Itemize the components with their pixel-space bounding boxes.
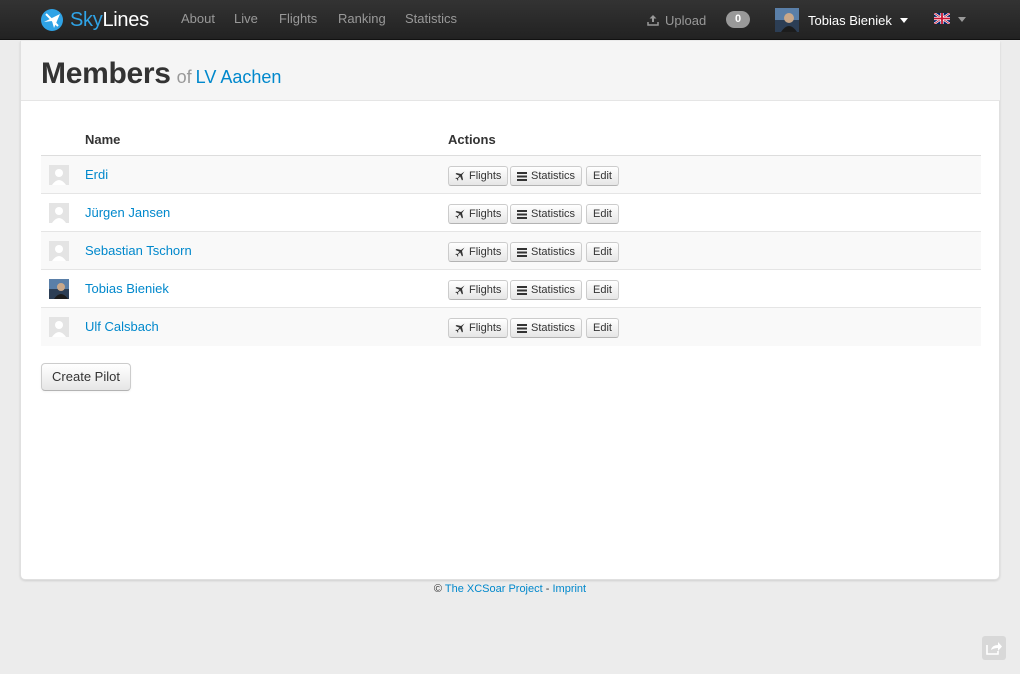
create-pilot-button[interactable]: Create Pilot	[41, 363, 131, 391]
upload-link[interactable]: Upload	[647, 0, 706, 40]
statistics-button-label: Statistics	[531, 284, 576, 296]
edit-button[interactable]: Edit	[586, 318, 619, 338]
edit-button[interactable]: Edit	[586, 166, 619, 186]
user-menu[interactable]: Tobias Bieniek	[775, 7, 908, 33]
flights-button[interactable]: Flights	[448, 166, 509, 186]
footer: © The XCSoar Project - Imprint	[0, 583, 1020, 595]
flights-button-label: Flights	[469, 284, 502, 296]
chevron-down-icon	[899, 18, 908, 23]
edit-button[interactable]: Edit	[586, 204, 619, 224]
member-avatar	[49, 203, 69, 223]
flights-button-label: Flights	[469, 322, 502, 334]
statistics-button[interactable]: Statistics	[510, 280, 583, 300]
statistics-button-label: Statistics	[531, 246, 576, 258]
table-row: Sebastian Tschorn Flights Statistics Edit	[41, 232, 981, 270]
page-title-text: Members	[41, 57, 171, 90]
member-name-link[interactable]: Erdi	[85, 167, 108, 182]
skylines-logo-icon	[41, 9, 63, 31]
brand-name: SkyLines	[70, 9, 149, 31]
statistics-button[interactable]: Statistics	[510, 166, 583, 186]
nav-ranking[interactable]: Ranking	[338, 0, 386, 40]
imprint-link[interactable]: Imprint	[552, 583, 586, 595]
member-name-link[interactable]: Ulf Calsbach	[85, 319, 159, 334]
table-row: Jürgen Jansen Flights Statistics Edit	[41, 194, 981, 232]
table-row: Erdi Flights Statistics Edit	[41, 156, 981, 194]
flights-button[interactable]: Flights	[448, 318, 509, 338]
flights-button[interactable]: Flights	[448, 280, 509, 300]
table-header: Name Actions	[41, 127, 981, 156]
language-menu[interactable]	[934, 13, 966, 24]
user-avatar	[775, 8, 799, 32]
nav-statistics[interactable]: Statistics	[405, 0, 457, 40]
copyright-symbol: ©	[433, 583, 442, 595]
plane-icon	[455, 323, 465, 333]
edit-button-label: Edit	[593, 246, 612, 258]
xcsoar-project-link[interactable]: The XCSoar Project	[445, 583, 543, 595]
statistics-button[interactable]: Statistics	[510, 318, 583, 338]
flights-button[interactable]: Flights	[448, 242, 509, 262]
share-icon	[986, 642, 1002, 655]
upload-label: Upload	[665, 12, 707, 28]
flights-button[interactable]: Flights	[448, 204, 509, 224]
member-avatar	[49, 165, 69, 185]
plane-icon	[455, 247, 465, 257]
column-header-actions: Actions	[448, 132, 496, 147]
statistics-button[interactable]: Statistics	[510, 204, 583, 224]
table-row: Tobias Bieniek Flights Statistics Edit	[41, 270, 981, 308]
list-icon	[517, 247, 527, 257]
nav-flights[interactable]: Flights	[279, 0, 317, 40]
footer-separator: -	[545, 583, 550, 595]
plane-icon	[455, 285, 465, 295]
page-title-of: of	[176, 67, 192, 87]
list-icon	[517, 171, 527, 181]
nav-live[interactable]: Live	[234, 0, 258, 40]
share-button[interactable]	[982, 636, 1006, 660]
list-icon	[517, 323, 527, 333]
edit-button[interactable]: Edit	[586, 280, 619, 300]
chevron-down-icon	[958, 16, 966, 22]
member-avatar	[49, 279, 69, 299]
edit-button[interactable]: Edit	[586, 242, 619, 262]
edit-button-label: Edit	[593, 284, 612, 296]
upload-icon	[647, 15, 659, 26]
members-table: Name Actions Erdi Flights Statistics Edit Jü…	[41, 127, 981, 346]
edit-button-label: Edit	[593, 322, 612, 334]
member-avatar	[49, 241, 69, 261]
statistics-button-label: Statistics	[531, 322, 576, 334]
list-icon	[517, 285, 527, 295]
column-header-name: Name	[85, 132, 121, 147]
plane-icon	[455, 171, 465, 181]
notification-badge[interactable]: 0	[726, 11, 750, 28]
statistics-button[interactable]: Statistics	[510, 242, 583, 262]
navbar: SkyLines About Live Flights Ranking Stat…	[0, 0, 1020, 40]
page-title: Members of LV Aachen	[41, 57, 281, 91]
member-avatar	[49, 317, 69, 337]
member-name-link[interactable]: Tobias Bieniek	[85, 281, 169, 296]
member-name-link[interactable]: Jürgen Jansen	[85, 205, 170, 220]
table-row: Ulf Calsbach Flights Statistics Edit	[41, 308, 981, 346]
content-card: Members of LV Aachen Name Actions Erdi Flig…	[20, 41, 1000, 580]
club-link[interactable]: LV Aachen	[196, 67, 282, 87]
list-icon	[517, 209, 527, 219]
edit-button-label: Edit	[593, 170, 612, 182]
plane-icon	[455, 209, 465, 219]
member-name-link[interactable]: Sebastian Tschorn	[85, 243, 192, 258]
user-name: Tobias Bieniek	[808, 12, 892, 28]
flights-button-label: Flights	[469, 208, 502, 220]
uk-flag-icon	[934, 13, 950, 24]
flights-button-label: Flights	[469, 170, 502, 182]
nav-about[interactable]: About	[181, 0, 215, 40]
statistics-button-label: Statistics	[531, 170, 576, 182]
edit-button-label: Edit	[593, 208, 612, 220]
page-header: Members of LV Aachen	[21, 41, 1000, 101]
brand-link[interactable]: SkyLines	[40, 6, 149, 34]
statistics-button-label: Statistics	[531, 208, 576, 220]
flights-button-label: Flights	[469, 246, 502, 258]
